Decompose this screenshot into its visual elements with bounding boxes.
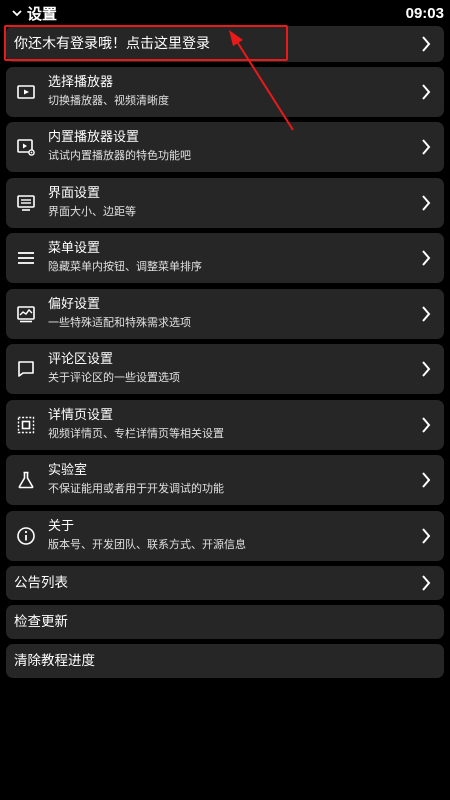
item-title: 界面设置 <box>48 186 101 201</box>
screen-layout-icon <box>16 193 36 213</box>
settings-item-builtin-player[interactable]: 内置播放器设置 试试内置播放器的特色功能吧 <box>6 122 444 172</box>
settings-item-about[interactable]: 关于 版本号、开发团队、联系方式、开源信息 <box>6 511 444 561</box>
row-label: 公告列表 <box>14 575 68 591</box>
comment-icon <box>16 359 36 379</box>
clear-tutorial-row[interactable]: 清除教程进度 <box>6 644 444 678</box>
item-subtitle: 试试内置播放器的特色功能吧 <box>48 149 191 162</box>
chevron-right-icon <box>420 35 432 53</box>
status-clock: 09:03 <box>405 4 444 22</box>
item-title: 关于 <box>48 519 75 534</box>
chevron-right-icon <box>420 249 432 267</box>
chevron-right-icon <box>420 574 432 592</box>
item-subtitle: 视频详情页、专栏详情页等相关设置 <box>48 427 224 440</box>
item-subtitle: 版本号、开发团队、联系方式、开源信息 <box>48 538 246 551</box>
menu-lines-icon <box>16 248 36 268</box>
play-box-icon <box>16 82 36 102</box>
item-title: 菜单设置 <box>48 241 101 256</box>
row-label: 检查更新 <box>14 614 68 630</box>
chevron-right-icon <box>420 416 432 434</box>
settings-item-interface[interactable]: 界面设置 界面大小、边距等 <box>6 178 444 228</box>
flask-icon <box>16 470 36 490</box>
page-title: 设置 <box>27 4 58 23</box>
row-label: 清除教程进度 <box>14 653 95 669</box>
preference-chart-icon <box>16 304 36 324</box>
item-subtitle: 一些特殊适配和特殊需求选项 <box>48 316 191 329</box>
chevron-right-icon <box>420 471 432 489</box>
chevron-right-icon <box>420 305 432 323</box>
item-title: 详情页设置 <box>48 408 114 423</box>
item-title: 偏好设置 <box>48 297 101 312</box>
player-settings-icon <box>16 137 36 157</box>
detail-frame-icon <box>16 415 36 435</box>
item-subtitle: 切换播放器、视频清晰度 <box>48 94 169 107</box>
chevron-right-icon <box>420 527 432 545</box>
item-title: 实验室 <box>48 463 88 478</box>
title-wrap[interactable]: 设置 <box>10 3 57 24</box>
item-title: 评论区设置 <box>48 352 114 367</box>
chevron-right-icon <box>420 138 432 156</box>
top-bar: 设置 09:03 <box>0 0 450 26</box>
announcement-list-row[interactable]: 公告列表 <box>6 566 444 600</box>
settings-screen: 设置 09:03 你还木有登录哦！点击这里登录 选择播放器 切换播放器、视频清晰… <box>0 0 450 800</box>
login-label: 你还木有登录哦！点击这里登录 <box>14 36 210 52</box>
settings-item-detail-page[interactable]: 详情页设置 视频详情页、专栏详情页等相关设置 <box>6 400 444 450</box>
item-subtitle: 关于评论区的一些设置选项 <box>48 371 180 384</box>
chevron-right-icon <box>420 360 432 378</box>
settings-item-comments[interactable]: 评论区设置 关于评论区的一些设置选项 <box>6 344 444 394</box>
item-title: 选择播放器 <box>48 75 114 90</box>
settings-item-player-select[interactable]: 选择播放器 切换播放器、视频清晰度 <box>6 67 444 117</box>
chevron-right-icon <box>420 194 432 212</box>
check-update-row[interactable]: 检查更新 <box>6 605 444 639</box>
item-subtitle: 隐藏菜单内按钮、调整菜单排序 <box>48 260 202 273</box>
settings-item-lab[interactable]: 实验室 不保证能用或者用于开发调试的功能 <box>6 455 444 505</box>
settings-item-menu[interactable]: 菜单设置 隐藏菜单内按钮、调整菜单排序 <box>6 233 444 283</box>
item-subtitle: 不保证能用或者用于开发调试的功能 <box>48 482 224 495</box>
settings-item-preferences[interactable]: 偏好设置 一些特殊适配和特殊需求选项 <box>6 289 444 339</box>
item-subtitle: 界面大小、边距等 <box>48 205 136 218</box>
login-row[interactable]: 你还木有登录哦！点击这里登录 <box>6 26 444 62</box>
info-icon <box>16 526 36 546</box>
item-title: 内置播放器设置 <box>48 130 140 145</box>
chevron-right-icon <box>420 83 432 101</box>
chevron-down-icon[interactable] <box>10 6 24 20</box>
